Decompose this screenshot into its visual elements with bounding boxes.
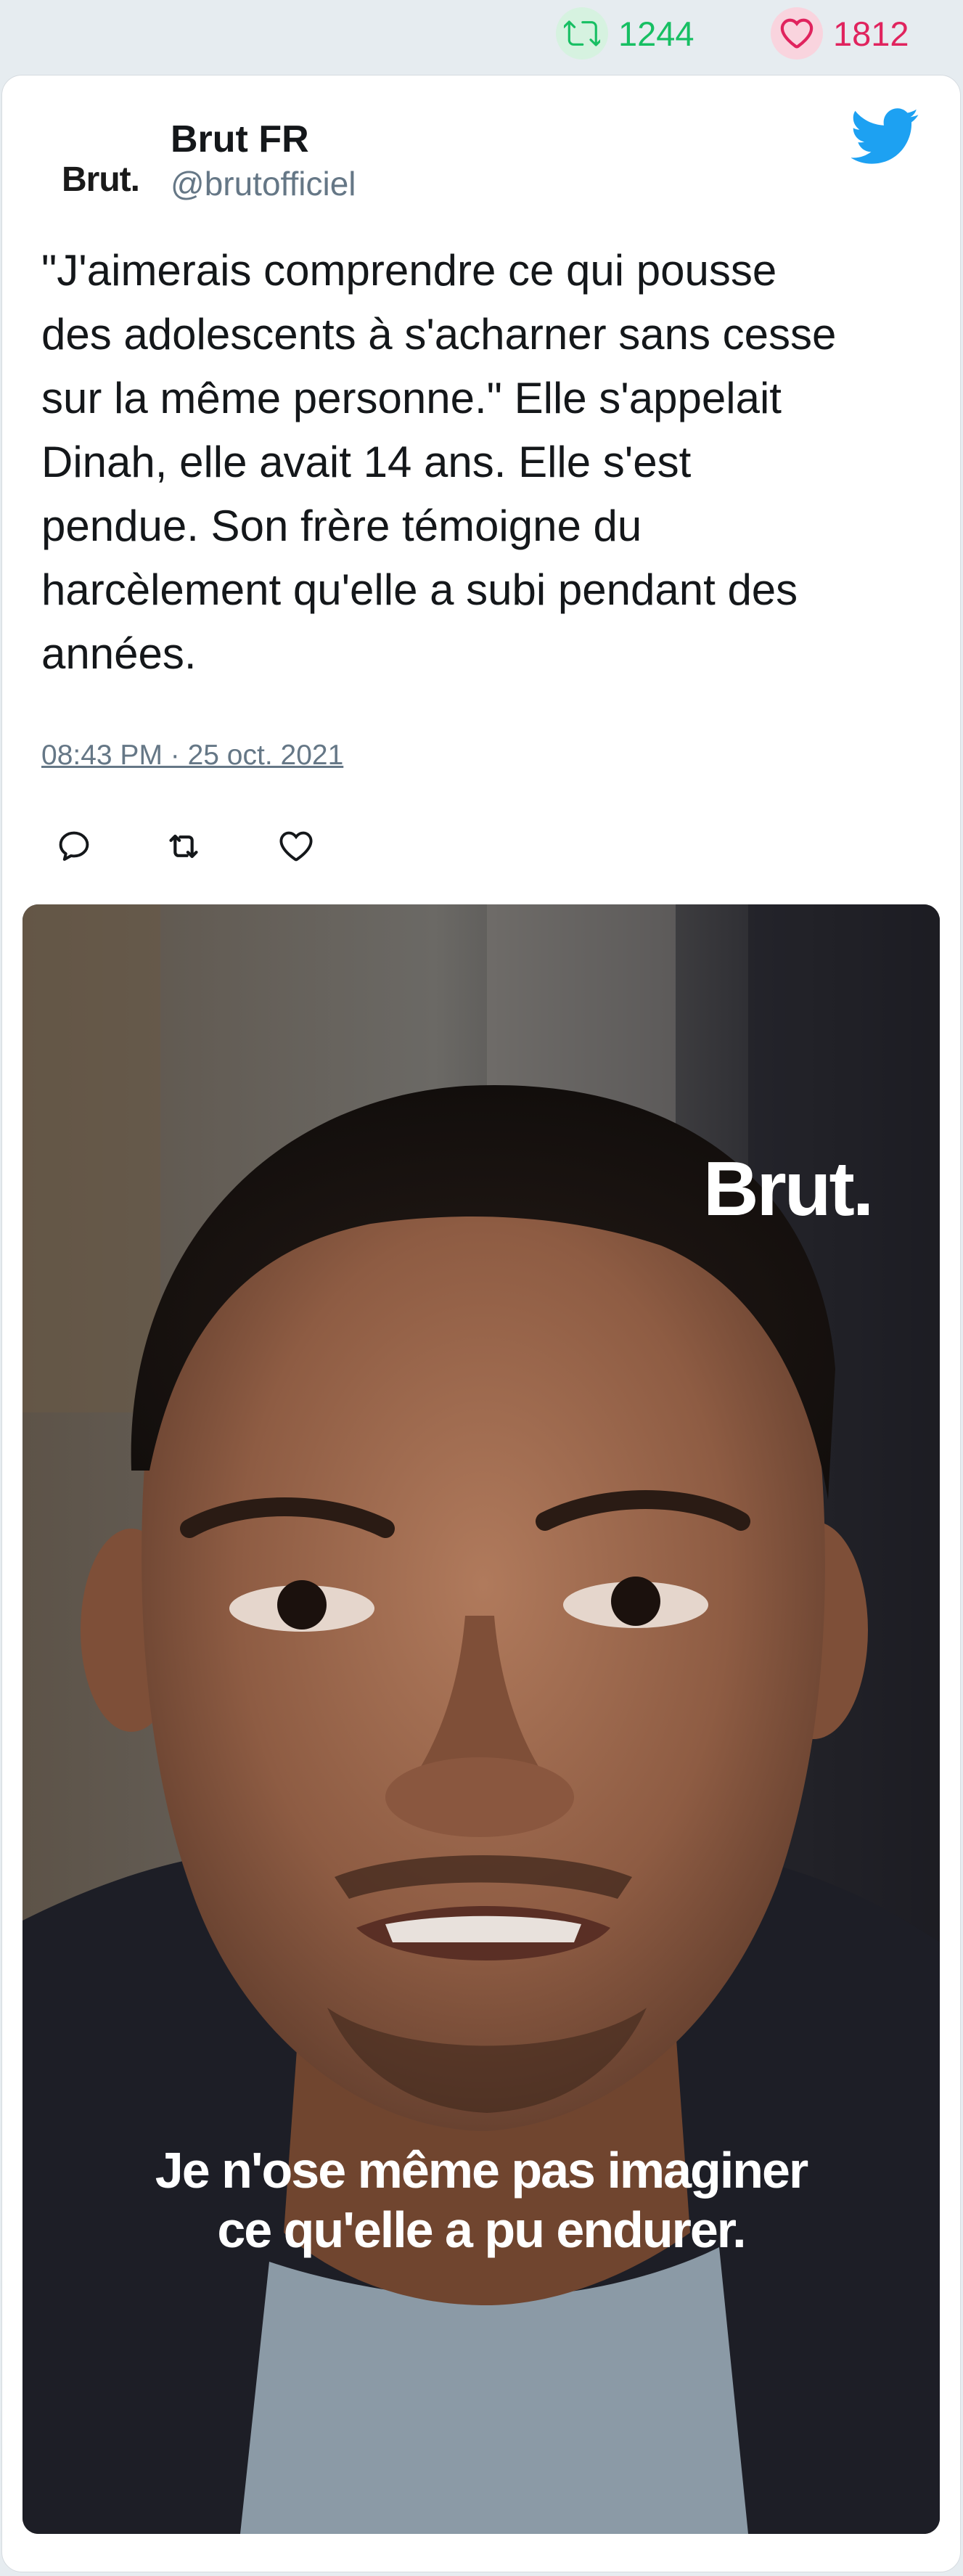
retweet-count-value: 1244	[618, 14, 694, 53]
avatar-logo-text: Brut.	[62, 160, 140, 199]
like-count-value: 1812	[833, 14, 909, 53]
retweet-button[interactable]	[151, 814, 216, 879]
video-subtitle: Je n'ose même pas imaginer ce qu'elle a …	[22, 2140, 940, 2260]
tweet-stats-bar: 1244 1812	[0, 0, 963, 70]
author-name[interactable]: Brut FR	[171, 118, 309, 161]
retweet-icon	[556, 7, 608, 60]
heart-icon	[771, 7, 823, 60]
avatar[interactable]: Brut.	[44, 123, 157, 236]
like-button[interactable]	[263, 814, 329, 879]
author-handle[interactable]: @brutofficiel	[171, 164, 356, 203]
tweet-text-line: Dinah, elle avait 14 ans. Elle s'est	[41, 438, 692, 486]
like-count[interactable]: 1812	[771, 7, 909, 60]
tweet-text-line: harcèlement qu'elle a subi pendant des	[41, 565, 798, 614]
tweet-timestamp-link[interactable]: 08:43 PM · 25 oct. 2021	[41, 740, 343, 772]
tweet-text-line: pendue. Son frère témoigne du	[41, 502, 642, 550]
video-subtitle-line: ce qu'elle a pu endurer.	[217, 2201, 746, 2258]
tweet-text-line: "J'aimerais comprendre ce qui pousse	[41, 246, 777, 295]
reply-button[interactable]	[41, 814, 107, 879]
reply-icon	[59, 831, 89, 861]
tweet-text-line: sur la même personne." Elle s'appelait	[41, 374, 782, 422]
tweet-card: Brut. Brut FR @brutofficiel "J'aimerais …	[1, 75, 961, 2572]
video-brand-logo: Brut.	[703, 1146, 874, 1232]
video-subtitle-line: Je n'ose même pas imaginer	[155, 2142, 808, 2199]
tweet-text-line: années.	[41, 629, 197, 678]
video-thumbnail[interactable]: Brut. Je n'ose même pas imaginer ce qu'e…	[22, 904, 940, 2534]
tweet-actions	[2, 814, 438, 879]
heart-icon	[279, 831, 313, 862]
tweet-text-line: des adolescents à s'acharner sans cesse	[41, 310, 837, 359]
tweet-text: "J'aimerais comprendre ce qui pousse des…	[41, 239, 934, 686]
retweet-count[interactable]: 1244	[556, 7, 694, 60]
retweet-icon	[169, 834, 198, 859]
twitter-bird-icon[interactable]	[850, 107, 919, 165]
